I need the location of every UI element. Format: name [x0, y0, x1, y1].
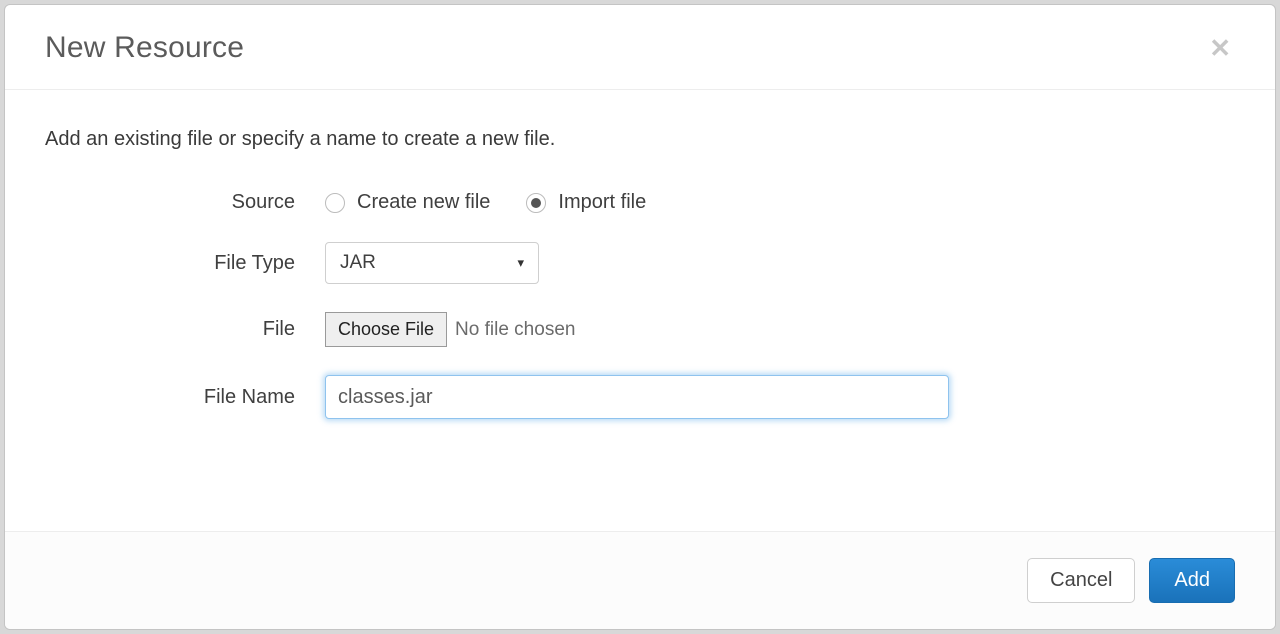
instruction-text: Add an existing file or specify a name t… — [45, 128, 1235, 151]
cancel-button[interactable]: Cancel — [1027, 558, 1135, 603]
add-button[interactable]: Add — [1149, 558, 1235, 603]
modal-title: New Resource — [45, 31, 244, 65]
file-name-label: File Name — [45, 386, 325, 409]
new-resource-modal: New Resource ✕ Add an existing file or s… — [4, 4, 1276, 630]
radio-label-import: Import file — [558, 191, 646, 214]
file-type-label: File Type — [45, 252, 325, 275]
file-type-value: JAR — [340, 252, 376, 274]
close-icon[interactable]: ✕ — [1205, 31, 1235, 65]
file-type-control: JAR ▾ — [325, 242, 1235, 284]
file-row: File Choose File No file chosen — [45, 312, 1235, 347]
modal-body: Add an existing file or specify a name t… — [5, 90, 1275, 531]
radio-icon — [325, 193, 345, 213]
file-type-row: File Type JAR ▾ — [45, 242, 1235, 284]
chevron-down-icon: ▾ — [517, 255, 524, 271]
file-label: File — [45, 318, 325, 341]
file-name-row: File Name — [45, 375, 1235, 419]
modal-footer: Cancel Add — [5, 531, 1275, 629]
modal-header: New Resource ✕ — [5, 5, 1275, 90]
file-chooser: Choose File No file chosen — [325, 312, 575, 347]
radio-icon — [526, 193, 546, 213]
file-status-text: No file chosen — [455, 319, 575, 341]
choose-file-button[interactable]: Choose File — [325, 312, 447, 347]
radio-import-file[interactable]: Import file — [526, 191, 646, 214]
radio-create-new-file[interactable]: Create new file — [325, 191, 490, 214]
source-label: Source — [45, 191, 325, 214]
source-radio-group: Create new file Import file — [325, 191, 1235, 214]
file-name-control — [325, 375, 1235, 419]
file-name-input[interactable] — [325, 375, 949, 419]
file-type-select[interactable]: JAR ▾ — [325, 242, 539, 284]
radio-label-create: Create new file — [357, 191, 490, 214]
file-control: Choose File No file chosen — [325, 312, 1235, 347]
source-row: Source Create new file Import file — [45, 191, 1235, 214]
